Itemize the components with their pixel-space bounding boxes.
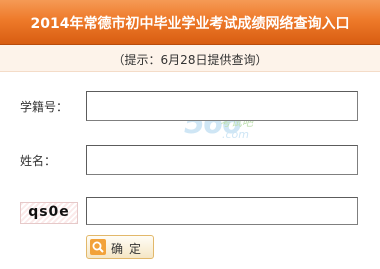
captcha-input[interactable] (86, 197, 358, 225)
student-id-input[interactable] (86, 91, 358, 121)
captcha-image[interactable]: qs0e (20, 202, 78, 224)
name-label: 姓名： (20, 154, 57, 168)
page-title: 2014年常德市初中毕业学业考试成绩网络查询入口 (30, 16, 350, 32)
watermark-domain: .com (222, 128, 249, 141)
header-bar: 2014年常德市初中毕业学业考试成绩网络查询入口 (0, 0, 380, 45)
query-notice: （提示：6月28日提供查询） (112, 53, 268, 67)
submit-label: 确定 (111, 242, 148, 256)
notice-bar: （提示：6月28日提供查询） (0, 45, 380, 72)
submit-button[interactable]: 确定 (86, 235, 154, 259)
name-input[interactable] (86, 145, 358, 175)
captcha-code: qs0e (28, 204, 70, 220)
search-icon (90, 239, 106, 255)
student-id-label: 学籍号： (20, 100, 69, 114)
